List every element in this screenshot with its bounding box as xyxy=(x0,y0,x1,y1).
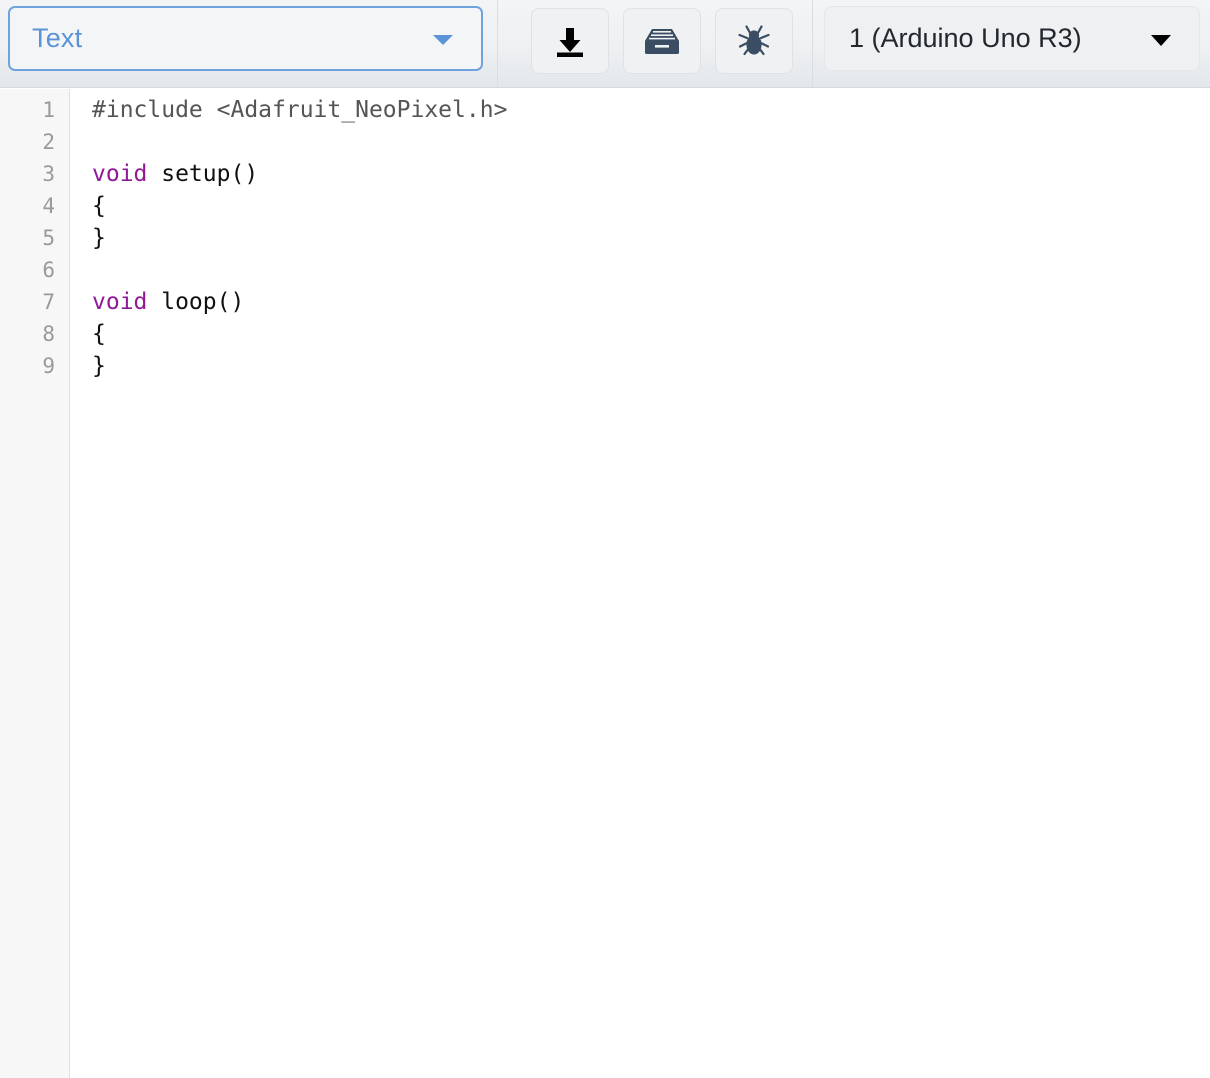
code-token: setup() xyxy=(147,161,259,187)
chevron-down-icon xyxy=(1151,34,1171,46)
bug-icon xyxy=(738,25,770,56)
debug-button[interactable] xyxy=(715,8,793,74)
code-token: } xyxy=(92,225,106,251)
code-token: loop() xyxy=(147,289,245,315)
toolbar: Text 1 (Arduino Uno R3) xyxy=(0,0,1210,88)
line-number: 2 xyxy=(42,130,55,154)
line-number: 8 xyxy=(42,322,55,346)
code-line[interactable]: void loop() xyxy=(71,286,1210,318)
code-editor[interactable]: 1 2 3 4 5 6 7 8 9 #include <Adafruit_NeoPixel.h>… xyxy=(0,89,1210,1078)
toolbar-separator-left xyxy=(497,0,498,88)
download-button[interactable] xyxy=(531,8,609,74)
line-number: 5 xyxy=(42,226,55,250)
code-line[interactable] xyxy=(71,126,1210,158)
code-token: void xyxy=(92,289,148,315)
code-token: { xyxy=(92,321,106,347)
line-number: 7 xyxy=(42,290,55,314)
toolbar-separator-right xyxy=(812,0,813,88)
code-token: } xyxy=(92,353,106,379)
line-number: 6 xyxy=(42,258,55,282)
code-line[interactable]: } xyxy=(71,222,1210,254)
code-line[interactable]: #include <Adafruit_NeoPixel.h> xyxy=(71,94,1210,126)
line-number: 9 xyxy=(42,354,55,378)
line-number: 1 xyxy=(42,98,55,122)
code-token: #include <Adafruit_NeoPixel.h> xyxy=(92,97,508,123)
board-select-value: 1 (Arduino Uno R3) xyxy=(849,23,1082,53)
board-select[interactable]: 1 (Arduino Uno R3) xyxy=(824,6,1200,71)
code-line[interactable] xyxy=(71,254,1210,286)
archive-box-icon xyxy=(645,29,679,54)
code-line[interactable]: { xyxy=(71,318,1210,350)
download-icon xyxy=(557,28,583,57)
line-number: 4 xyxy=(42,194,55,218)
chevron-down-icon xyxy=(433,34,453,45)
mode-select-value: Text xyxy=(32,23,83,53)
line-number-gutter: 1 2 3 4 5 6 7 8 9 xyxy=(0,89,70,1078)
mode-select[interactable]: Text xyxy=(8,6,483,71)
code-area[interactable]: #include <Adafruit_NeoPixel.h>void setup… xyxy=(71,89,1210,1078)
code-line[interactable]: void setup() xyxy=(71,158,1210,190)
line-number: 3 xyxy=(42,162,55,186)
code-line[interactable]: { xyxy=(71,190,1210,222)
code-line[interactable]: } xyxy=(71,350,1210,382)
archive-button[interactable] xyxy=(623,8,701,74)
code-token: void xyxy=(92,161,148,187)
code-token: { xyxy=(92,193,106,219)
